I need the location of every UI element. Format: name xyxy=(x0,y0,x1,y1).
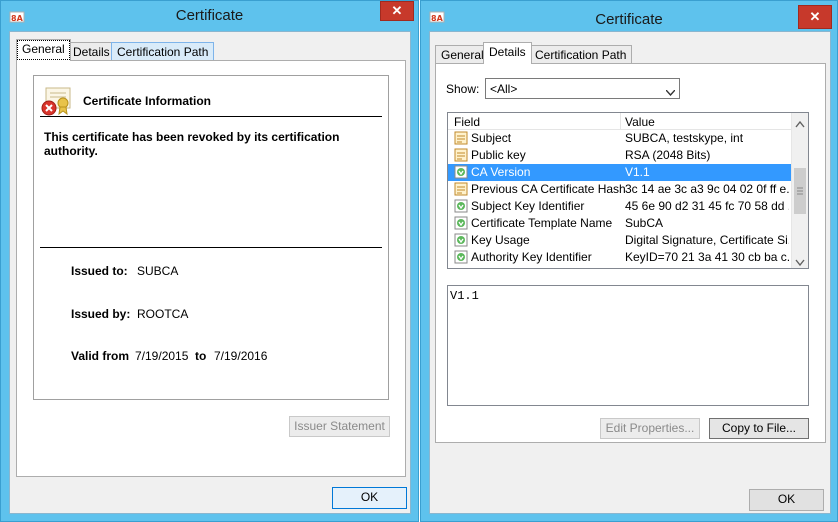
tab-general[interactable]: General xyxy=(435,45,490,64)
issued-by-value: ROOTCA xyxy=(137,307,189,321)
issuer-statement-button[interactable]: Issuer Statement xyxy=(289,416,390,437)
field-list-row[interactable]: Key Usage Digital Signature, Certificate … xyxy=(448,232,791,249)
dialog-body: General Details Certification Path Certi xyxy=(9,31,411,514)
field-value: 3c 14 ae 3c a3 9c 04 02 0f ff e... xyxy=(625,182,789,196)
ok-button[interactable]: OK xyxy=(332,487,407,509)
field-value: 45 6e 90 d2 31 45 fc 70 58 dd ... xyxy=(625,199,789,213)
tab-details[interactable]: Details xyxy=(483,42,532,64)
field-name: Previous CA Certificate Hash xyxy=(471,182,626,196)
field-list-row[interactable]: Subject Key Identifier 45 6e 90 d2 31 45 … xyxy=(448,198,791,215)
revoked-message: This certificate has been revoked by its… xyxy=(44,130,340,158)
field-value: Digital Signature, Certificate Si... xyxy=(625,233,789,247)
window-title: Certificate xyxy=(175,7,244,24)
field-value-text: V1.1 xyxy=(450,289,479,303)
valid-from-label: Valid from xyxy=(71,349,130,363)
details-tab-panel: Show: <All> Field Value Subject SUBCA, te… xyxy=(435,63,826,443)
extension-field-icon xyxy=(454,216,468,230)
valid-to-label: to xyxy=(195,349,207,363)
details-divider xyxy=(40,247,382,248)
certificate-info-box: Certificate Information This certificate… xyxy=(33,75,389,400)
field-name: CA Version xyxy=(471,165,531,179)
scroll-up-icon[interactable] xyxy=(795,117,805,131)
show-dropdown-value: <All> xyxy=(490,82,518,96)
certificate-information-heading: Certificate Information xyxy=(83,94,212,108)
field-value: RSA (2048 Bits) xyxy=(625,148,711,162)
field-value: V1.1 xyxy=(625,165,650,179)
field-name: Certificate Template Name xyxy=(471,216,613,230)
revoked-certificate-icon xyxy=(40,86,72,118)
list-header: Field Value xyxy=(448,113,791,130)
title-bar[interactable]: 8A Certificate ✕ xyxy=(421,1,837,31)
heading-divider xyxy=(40,116,382,117)
extension-field-icon xyxy=(454,250,468,264)
tab-details[interactable]: Details xyxy=(67,42,116,61)
list-rows: Subject SUBCA, testskype, int Public key RS… xyxy=(448,130,808,268)
field-value: KeyID=70 21 3a 41 30 cb ba c... xyxy=(625,250,789,264)
tab-general[interactable]: General xyxy=(16,39,71,61)
certificate-field-icon xyxy=(454,182,468,196)
field-value: SUBCA, testskype, int xyxy=(625,131,744,145)
dialog-body: General Details Certification Path Show:… xyxy=(429,31,831,514)
chevron-down-icon xyxy=(665,85,676,97)
field-name: Public key xyxy=(471,148,526,162)
field-name: Subject Key Identifier xyxy=(471,199,585,213)
tab-certification-path[interactable]: Certification Path xyxy=(529,45,633,64)
general-tab-panel: Certificate Information This certificate… xyxy=(16,60,406,477)
vertical-scrollbar[interactable] xyxy=(791,113,808,268)
issued-to-label: Issued to: xyxy=(71,264,128,278)
tab-certification-path[interactable]: Certification Path xyxy=(111,42,215,61)
field-list[interactable]: Field Value Subject SUBCA, testskype, int… xyxy=(447,112,809,269)
valid-to-value: 7/19/2016 xyxy=(214,349,268,363)
certificate-window-details: 8A Certificate ✕ General Details Certifi… xyxy=(420,0,838,522)
field-list-row[interactable]: Previous CA Certificate Hash 3c 14 ae 3c … xyxy=(448,181,791,198)
ok-button[interactable]: OK xyxy=(749,489,824,511)
column-header-value[interactable]: Value xyxy=(625,115,655,129)
extension-field-icon xyxy=(454,165,468,179)
close-button[interactable]: ✕ xyxy=(798,5,832,29)
close-button[interactable]: ✕ xyxy=(380,1,414,21)
copy-to-file-button[interactable]: Copy to File... xyxy=(709,418,809,439)
field-list-row[interactable]: Certificate Template Name SubCA xyxy=(448,215,791,232)
field-name: Key Usage xyxy=(471,233,530,247)
field-name: Subject xyxy=(471,131,512,145)
title-bar[interactable]: 8A Certificate ✕ xyxy=(1,1,418,31)
certificate-field-icon xyxy=(454,148,468,162)
show-label: Show: xyxy=(446,82,480,96)
valid-from-value: 7/19/2015 xyxy=(135,349,189,363)
edit-properties-button[interactable]: Edit Properties... xyxy=(600,418,700,439)
field-list-row[interactable]: CA Version V1.1 xyxy=(448,164,791,181)
field-list-row[interactable]: Subject SUBCA, testskype, int xyxy=(448,130,791,147)
field-list-row[interactable]: Authority Key Identifier KeyID=70 21 3a 4… xyxy=(448,249,791,266)
field-value: SubCA xyxy=(625,216,664,230)
field-name: Authority Key Identifier xyxy=(471,250,592,264)
window-title: Certificate xyxy=(595,11,663,28)
field-list-row[interactable]: Public key RSA (2048 Bits) xyxy=(448,147,791,164)
issued-to-value: SUBCA xyxy=(137,264,179,278)
show-dropdown[interactable]: <All> xyxy=(485,78,680,99)
certificate-window-general: 8A Certificate ✕ General Details Certifi… xyxy=(0,0,419,522)
extension-field-icon xyxy=(454,233,468,247)
column-divider xyxy=(620,113,621,130)
certificate-field-icon xyxy=(454,131,468,145)
extension-field-icon xyxy=(454,199,468,213)
column-header-field[interactable]: Field xyxy=(454,115,619,129)
field-value-textbox[interactable]: V1.1 xyxy=(447,285,809,406)
scroll-thumb[interactable] xyxy=(794,168,806,214)
scroll-down-icon[interactable] xyxy=(795,255,805,268)
issued-by-label: Issued by: xyxy=(71,307,131,321)
